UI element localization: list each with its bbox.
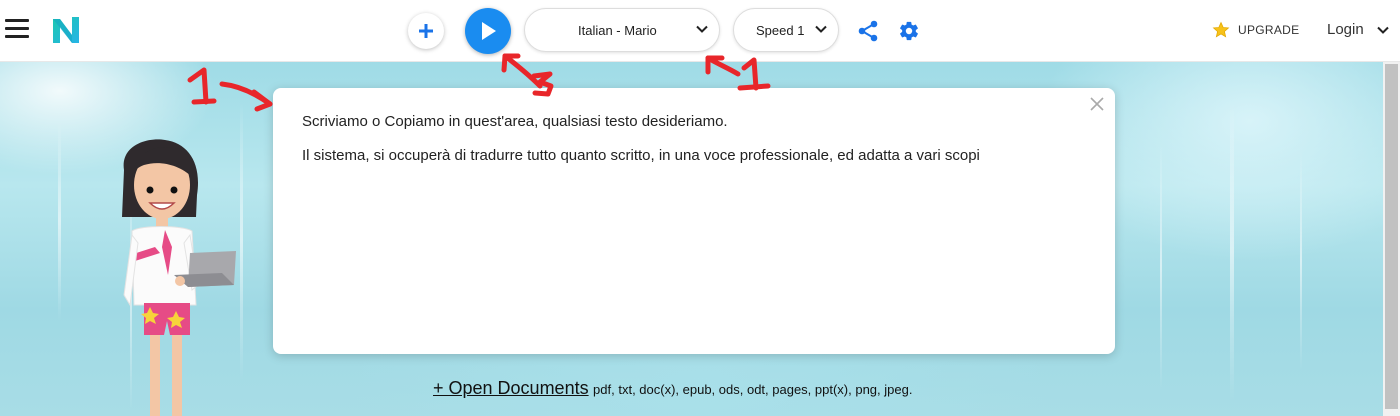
editor-paragraph: Il sistema, si occuperà di tradurre tutt…	[302, 147, 980, 164]
chevron-down-icon	[815, 25, 827, 33]
play-button[interactable]	[465, 8, 511, 54]
top-bar: Italian - Mario Speed 1 UPGRADE Login	[0, 0, 1400, 62]
share-icon[interactable]	[857, 20, 879, 42]
open-documents-link[interactable]: + Open Documents	[433, 378, 589, 398]
open-documents-row: + Open Documents pdf, txt, doc(x), epub,…	[433, 378, 912, 399]
plus-icon	[419, 24, 433, 38]
speed-select[interactable]: Speed 1	[733, 8, 839, 52]
star-icon	[1212, 21, 1230, 38]
hamburger-menu-icon[interactable]	[5, 19, 29, 39]
gear-icon[interactable]	[898, 20, 920, 42]
voice-select[interactable]: Italian - Mario	[524, 8, 720, 52]
chevron-down-icon	[696, 25, 708, 33]
scrollbar-thumb[interactable]	[1385, 64, 1398, 409]
play-icon	[482, 22, 496, 40]
text-editor-area[interactable]: Scriviamo o Copiamo in quest'area, quals…	[302, 113, 1092, 181]
login-button[interactable]: Login	[1327, 21, 1390, 38]
voice-select-value: Italian - Mario	[578, 22, 657, 38]
upgrade-button[interactable]: UPGRADE	[1212, 21, 1299, 39]
character-illustration	[122, 139, 236, 416]
text-editor-card[interactable]: Scriviamo o Copiamo in quest'area, quals…	[273, 88, 1115, 354]
chevron-down-icon	[1376, 26, 1389, 34]
login-label: Login	[1327, 21, 1364, 38]
editor-paragraph: Scriviamo o Copiamo in quest'area, quals…	[302, 113, 728, 130]
speed-select-value: Speed 1	[756, 22, 805, 38]
upgrade-label: UPGRADE	[1238, 23, 1300, 37]
supported-formats: pdf, txt, doc(x), epub, ods, odt, pages,…	[593, 382, 913, 397]
app-logo[interactable]	[50, 15, 82, 45]
add-button[interactable]	[408, 13, 444, 49]
close-icon[interactable]	[1089, 96, 1105, 112]
